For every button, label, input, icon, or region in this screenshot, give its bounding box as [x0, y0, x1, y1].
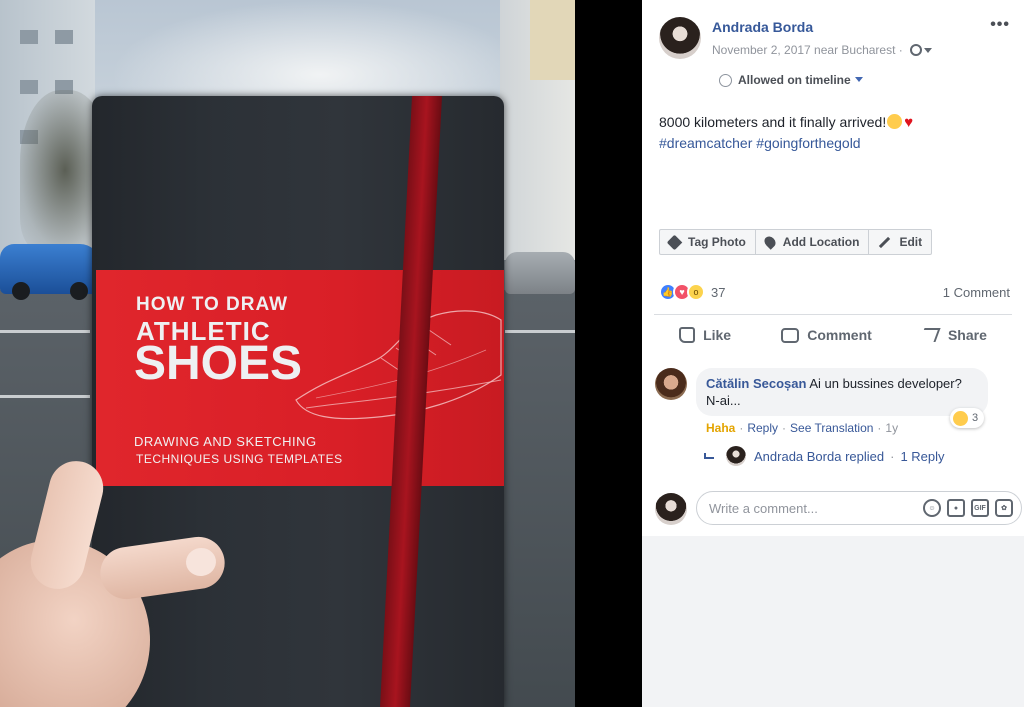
window	[20, 80, 38, 94]
comment-count[interactable]: 1 Comment	[943, 285, 1010, 300]
book-title-line3: SHOES	[134, 337, 303, 390]
divider	[654, 314, 1012, 315]
wheel	[12, 282, 30, 300]
pencil-icon	[879, 236, 891, 248]
comment-label: Comment	[807, 327, 872, 343]
more-options-icon[interactable]: •••	[990, 16, 1010, 34]
comment-age[interactable]: 1y	[885, 421, 898, 435]
my-avatar	[655, 493, 687, 525]
comment-bubble: Cătălin Secoșan Ai un bussines developer…	[696, 368, 988, 416]
comment-reactions[interactable]: 3	[950, 408, 985, 428]
post-panel: Andrada Borda November 2, 2017 near Buch…	[642, 0, 1024, 707]
post-photo[interactable]: HOW TO DRAW ATHLETIC SHOES DRAWING AND S…	[0, 0, 575, 707]
building-right	[500, 0, 575, 260]
book-band: HOW TO DRAW ATHLETIC SHOES DRAWING AND S…	[96, 270, 504, 486]
reply-link[interactable]: Reply	[747, 421, 778, 435]
comments-list: Cătălin Secoșan Ai un bussines developer…	[642, 356, 1024, 536]
comment-reaction-count: 3	[972, 412, 979, 424]
replied-text: Andrada Borda replied	[754, 448, 885, 464]
separator: ·	[877, 421, 882, 435]
post-text: 8000 kilometers and it finally arrived! ♥…	[659, 112, 999, 153]
allowed-label: Allowed on timeline	[738, 73, 851, 87]
wheel	[70, 282, 88, 300]
separator: ·	[782, 421, 787, 435]
see-translation-link[interactable]: See Translation	[790, 421, 873, 435]
share-label: Share	[947, 327, 987, 343]
hashtag-goingforthegold[interactable]: #goingforthegold	[756, 135, 860, 151]
write-comment-row: ☺ ● GIF ✿	[642, 486, 1024, 536]
blue-car	[0, 244, 100, 300]
building-stripe	[530, 0, 575, 80]
like-label: Like	[703, 327, 732, 343]
add-location-button[interactable]: Add Location	[756, 230, 870, 254]
chevron-down-icon[interactable]	[924, 48, 933, 53]
post-author[interactable]: Andrada Borda	[712, 19, 813, 35]
replier-avatar	[726, 446, 746, 466]
reply-count: 1 Reply	[900, 448, 945, 464]
grimacing-emoji-icon	[887, 114, 903, 129]
separator: ·	[739, 421, 744, 435]
post-meta: November 2, 2017 near Bucharest ·	[712, 43, 933, 57]
red-heart-emoji-icon: ♥	[904, 114, 914, 131]
hashtag-dreamcatcher[interactable]: #dreamcatcher	[659, 135, 752, 151]
lane-marking	[0, 395, 90, 398]
reaction-count: 37	[711, 284, 726, 300]
photo-actions: Tag Photo Add Location Edit	[659, 229, 933, 255]
comment-icon	[781, 327, 800, 343]
separator: ·	[890, 448, 895, 464]
lane-marking	[0, 330, 90, 333]
window	[55, 30, 73, 44]
post-message: 8000 kilometers and it finally arrived!	[659, 114, 887, 130]
haha-link[interactable]: Haha	[706, 421, 735, 435]
tag-photo-button[interactable]: Tag Photo	[660, 230, 756, 254]
hand	[0, 455, 229, 707]
comment-meta: Haha · Reply · See Translation · 1y	[706, 421, 898, 435]
window	[20, 30, 38, 44]
globe-icon[interactable]	[910, 44, 923, 56]
chevron-down-icon	[854, 77, 863, 82]
comment-composer[interactable]: ☺ ● GIF ✿	[696, 491, 1022, 525]
like-button[interactable]: Like	[679, 327, 731, 343]
lane-marking	[505, 330, 575, 333]
reply-arrow-icon	[704, 453, 714, 459]
edit-label: Edit	[899, 235, 923, 249]
thumbs-up-icon	[679, 327, 696, 343]
post-action-bar: Like Comment Share	[654, 316, 1012, 354]
share-button[interactable]: Share	[919, 327, 987, 343]
commenter-name[interactable]: Cătălin Secoșan	[706, 376, 806, 391]
post-body: Andrada Borda November 2, 2017 near Buch…	[642, 0, 1024, 360]
allowed-on-timeline[interactable]: Allowed on timeline	[719, 73, 863, 87]
replies-link[interactable]: Andrada Borda replied · 1 Reply	[704, 446, 945, 466]
post-date-location[interactable]: November 2, 2017 near Bucharest ·	[712, 43, 903, 57]
tag-photo-label: Tag Photo	[688, 235, 746, 249]
book-subtitle-line1: DRAWING AND SKETCHING	[134, 434, 317, 449]
sticker-icon[interactable]: ✿	[995, 499, 1013, 517]
tag-icon	[666, 234, 683, 250]
circle-check-icon	[719, 74, 732, 87]
comment-button[interactable]: Comment	[781, 327, 872, 343]
comments-section: Cătălin Secoșan Ai un bussines developer…	[642, 356, 1024, 707]
author-avatar[interactable]	[659, 17, 701, 59]
edit-button[interactable]: Edit	[869, 230, 931, 254]
haha-reaction-icon	[953, 410, 968, 426]
reactions-summary[interactable]: 👍 ♥ o 37	[659, 283, 725, 301]
camera-icon[interactable]: ●	[947, 499, 965, 517]
comment-input[interactable]	[709, 500, 917, 516]
share-arrow-icon	[919, 328, 941, 342]
emoji-icon[interactable]: ☺	[923, 499, 941, 517]
gif-icon[interactable]: GIF	[971, 499, 989, 517]
location-pin-icon	[762, 234, 778, 250]
add-location-label: Add Location	[782, 235, 860, 249]
commenter-avatar[interactable]	[655, 368, 687, 400]
wow-reaction-icon: o	[687, 283, 705, 301]
grey-car	[505, 252, 575, 294]
book-title-line1: HOW TO DRAW	[136, 294, 289, 315]
